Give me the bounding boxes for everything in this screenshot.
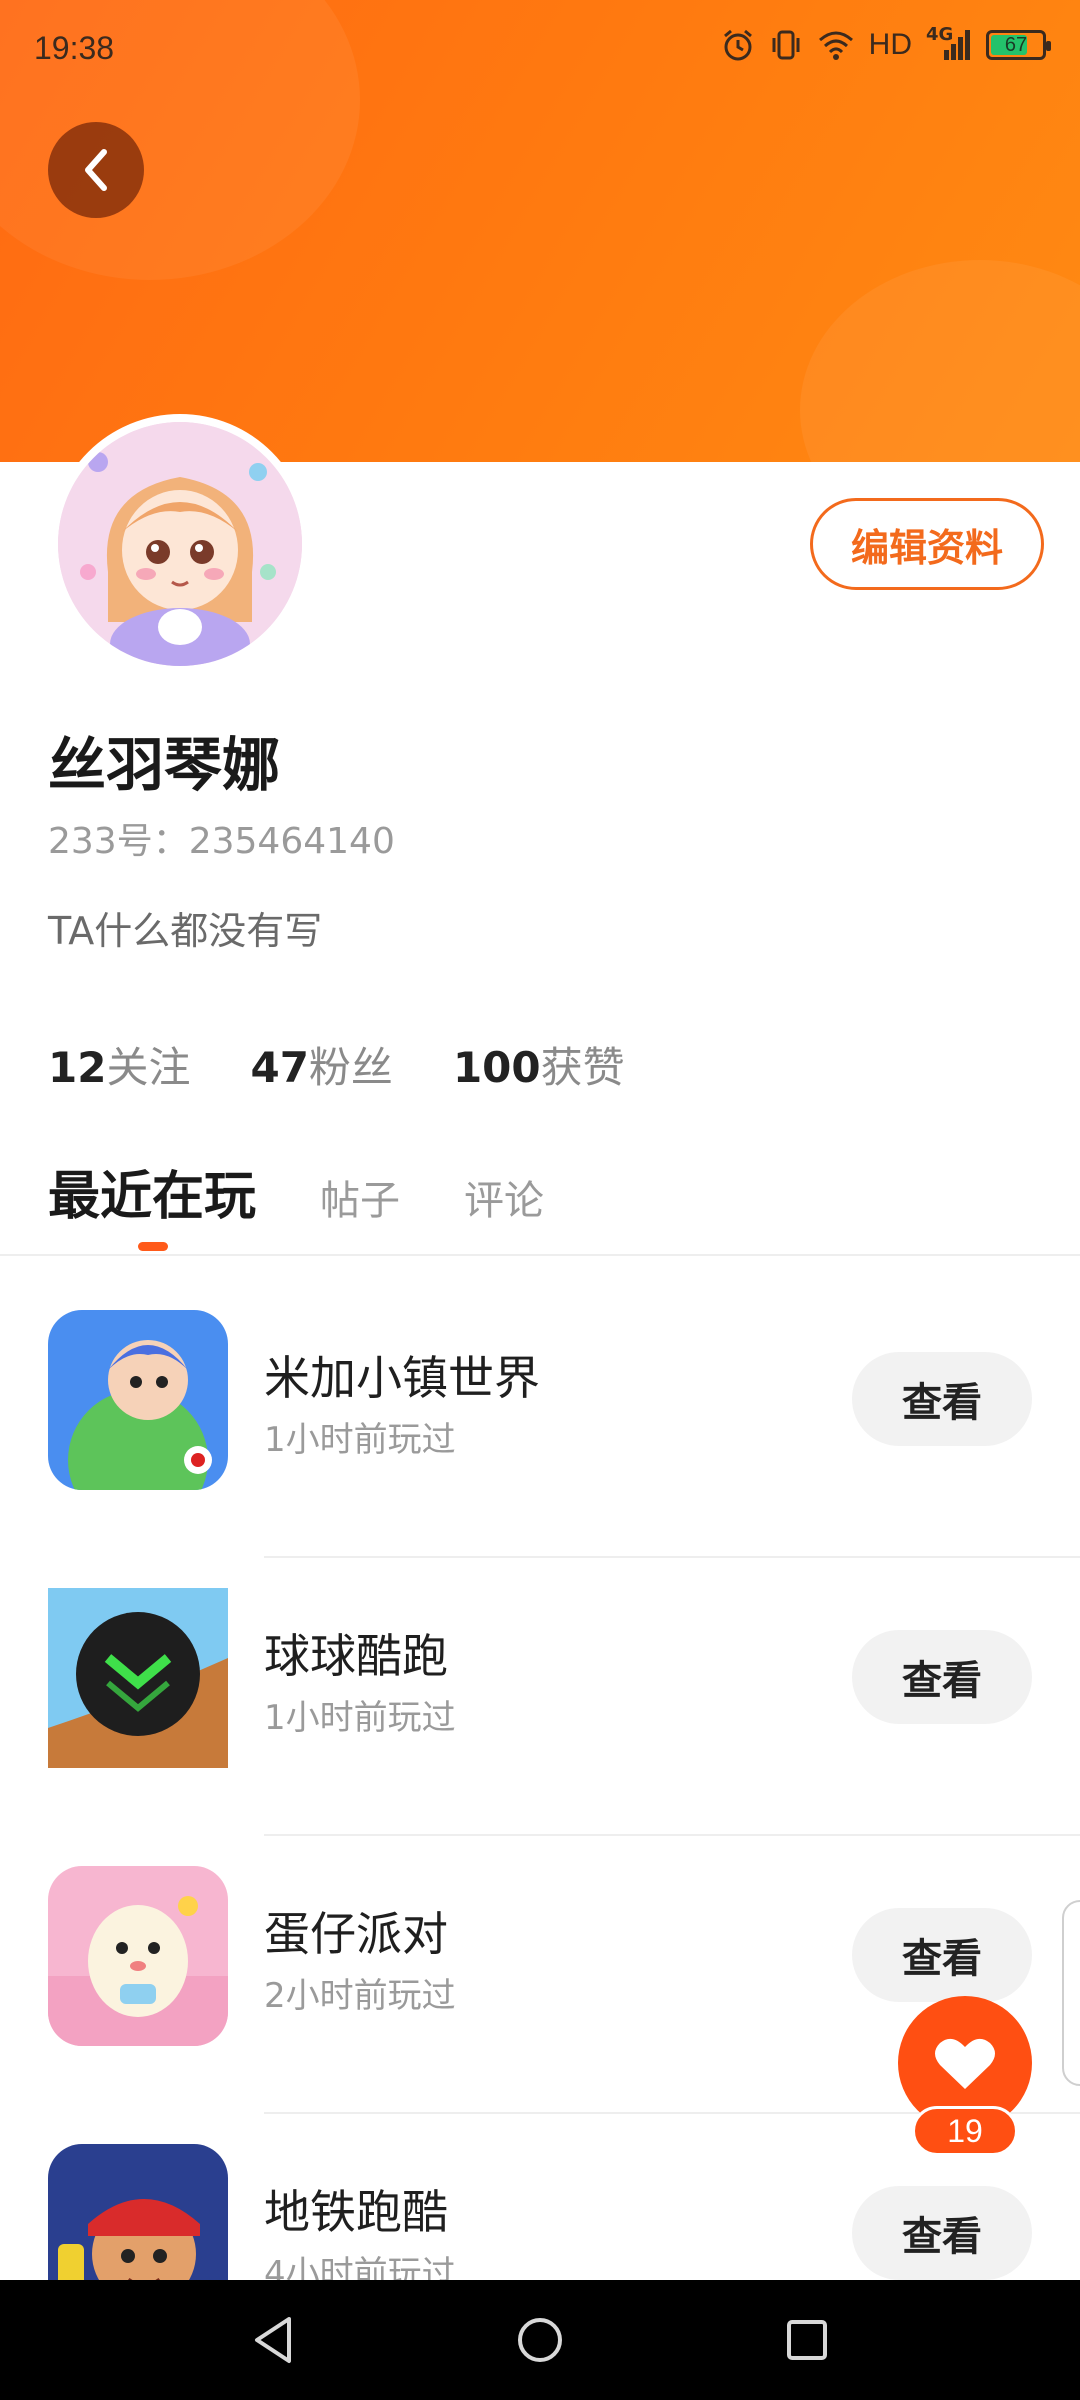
game-name: 蛋仔派对 [264, 1907, 448, 1961]
profile-bio: TA什么都没有写 [48, 909, 323, 953]
eggy-party-icon [48, 1866, 228, 2046]
stat-label: 关注 [106, 1043, 191, 1092]
stat-count: 12 [48, 1043, 107, 1092]
edit-profile-button[interactable]: 编辑资料 [810, 498, 1044, 590]
stat-count: 100 [452, 1043, 541, 1092]
view-button[interactable]: 查看 [852, 1352, 1032, 1446]
battery-percent: 67 [1004, 33, 1028, 56]
wifi-icon [818, 31, 853, 60]
profile-stats: 12关注 47粉丝 100获赞 [48, 1034, 625, 1095]
tab-recently-played[interactable]: 最近在玩 [48, 1154, 256, 1229]
hd-indicator: HD [868, 28, 912, 61]
like-count-badge: 19 [912, 2106, 1018, 2156]
game-name: 球球酷跑 [264, 1629, 448, 1683]
battery-icon: 67 [986, 30, 1051, 60]
profile-header-banner: 19:38 HD 4G 67 [0, 0, 1080, 462]
vibrate-icon [772, 30, 800, 60]
avatar[interactable] [50, 414, 310, 674]
list-item[interactable]: 米加小镇世界 1小时前玩过 查看 [0, 1280, 1080, 1558]
stat-label: 粉丝 [308, 1043, 393, 1092]
miga-town-icon [48, 1310, 228, 1490]
stat-label: 获赞 [540, 1043, 625, 1092]
triangle-back-icon [255, 2317, 292, 2363]
view-button[interactable]: 查看 [852, 1630, 1032, 1724]
profile-name: 丝羽琴娜 [48, 731, 281, 799]
view-button[interactable]: 查看 [852, 1908, 1032, 2002]
circle-home-icon [517, 2318, 562, 2362]
game-last-played: 2小时前玩过 [264, 1976, 456, 2016]
stat-count: 47 [250, 1043, 309, 1092]
square-recents-icon [786, 2320, 827, 2360]
tab-comments[interactable]: 评论 [464, 1168, 544, 1226]
avatar-image [58, 422, 302, 666]
edge-panel-handle[interactable] [1062, 1900, 1080, 2086]
list-item[interactable]: 球球酷跑 1小时前玩过 查看 [0, 1558, 1080, 1836]
game-last-played: 1小时前玩过 [264, 1698, 456, 1738]
status-time: 19:38 [34, 30, 115, 66]
nav-back-button[interactable] [233, 2300, 313, 2380]
stat-likes[interactable]: 100获赞 [453, 1034, 625, 1095]
ball-run-icon [48, 1588, 228, 1768]
game-name: 米加小镇世界 [264, 1351, 540, 1405]
profile-tabs: 最近在玩 帖子 评论 [48, 1154, 608, 1229]
alarm-icon [723, 29, 752, 61]
signal-icon: 4G [926, 24, 972, 62]
nav-home-button[interactable] [500, 2300, 580, 2380]
header-decoration [800, 260, 1080, 462]
system-navigation-bar [0, 2280, 1080, 2400]
tab-posts[interactable]: 帖子 [320, 1168, 400, 1226]
divider [0, 1254, 1080, 1256]
back-button[interactable] [48, 122, 144, 218]
status-bar: 19:38 HD 4G 67 [0, 0, 1080, 100]
nav-recents-button[interactable] [767, 2300, 847, 2380]
stat-following[interactable]: 12关注 [48, 1034, 190, 1095]
active-tab-indicator [138, 1242, 168, 1251]
heart-icon [935, 2038, 995, 2089]
game-last-played: 1小时前玩过 [264, 1420, 456, 1460]
stat-followers[interactable]: 47粉丝 [250, 1034, 392, 1095]
profile-id: 233号：235464140 [48, 821, 395, 862]
game-name: 地铁跑酷 [264, 2185, 448, 2239]
status-icons: HD 4G 67 [721, 24, 1051, 62]
view-button[interactable]: 查看 [852, 2186, 1032, 2280]
chevron-left-icon [85, 149, 107, 191]
